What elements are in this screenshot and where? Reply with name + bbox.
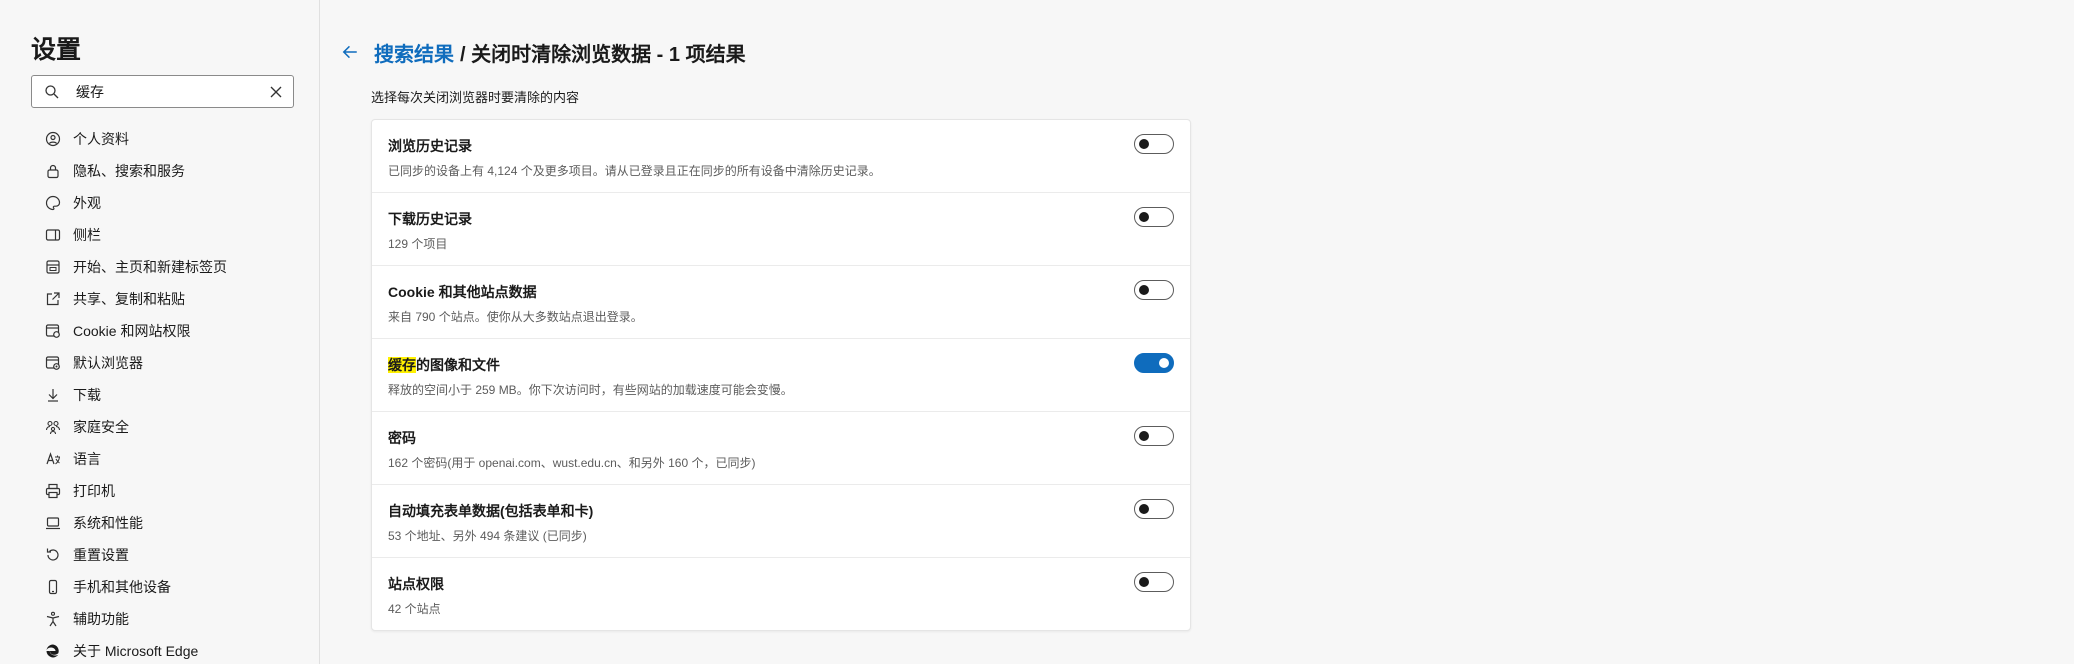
- option-description: 42 个站点: [388, 602, 441, 616]
- sidebar-item-label: 重置设置: [73, 547, 129, 563]
- option-title: 站点权限: [388, 576, 444, 592]
- family-icon: [43, 417, 63, 437]
- sidebar-item-label: 隐私、搜索和服务: [73, 163, 185, 179]
- sidebar-icon: [43, 225, 63, 245]
- option-description: 129 个项目: [388, 237, 448, 251]
- toggle-autofill[interactable]: [1134, 499, 1174, 519]
- sidebar-item-label: 手机和其他设备: [73, 579, 171, 595]
- browser-icon: [43, 353, 63, 373]
- sidebar-item-default-browser[interactable]: 默认浏览器: [31, 347, 301, 379]
- settings-sidebar: 设置 个人资料 隐私、搜索和服务 外观 侧栏 开始、主页和新建标签页 共享、复制…: [0, 0, 320, 664]
- sidebar-item-label: 侧栏: [73, 227, 101, 243]
- sidebar-item-label: 下载: [73, 387, 101, 403]
- sidebar-item-privacy[interactable]: 隐私、搜索和服务: [31, 155, 301, 187]
- sidebar-item-printers[interactable]: 打印机: [31, 475, 301, 507]
- download-icon: [43, 385, 63, 405]
- sidebar-item-label: 外观: [73, 195, 101, 211]
- sidebar-item-label: 辅助功能: [73, 611, 129, 627]
- search-input[interactable]: [76, 82, 256, 102]
- sidebar-title: 设置: [31, 36, 82, 64]
- sidebar-item-label: 开始、主页和新建标签页: [73, 259, 227, 275]
- breadcrumb: 搜索结果 / 关闭时清除浏览数据 - 1 项结果: [336, 37, 1336, 67]
- page-title: / 关闭时清除浏览数据 - 1 项结果: [460, 43, 746, 66]
- toggle-browsing-history[interactable]: [1134, 134, 1174, 154]
- profile-icon: [43, 129, 63, 149]
- toggle-cookies[interactable]: [1134, 280, 1174, 300]
- sidebar-item-family[interactable]: 家庭安全: [31, 411, 301, 443]
- option-row-cache: 缓存的图像和文件 释放的空间小于 259 MB。你下次访问时，有些网站的加载速度…: [372, 339, 1190, 412]
- sidebar-item-sidebar[interactable]: 侧栏: [31, 219, 301, 251]
- option-title: 浏览历史记录: [388, 138, 472, 154]
- laptop-icon: [43, 513, 63, 533]
- edge-icon: [43, 641, 63, 661]
- search-highlight: 缓存: [388, 357, 416, 373]
- site-permissions-icon: [43, 321, 63, 341]
- option-row-cookies: Cookie 和其他站点数据 来自 790 个站点。使你从大多数站点退出登录。: [372, 266, 1190, 339]
- option-description: 53 个地址、另外 494 条建议 (已同步): [388, 529, 587, 543]
- option-row-site-permissions: 站点权限 42 个站点: [372, 558, 1190, 630]
- sidebar-item-label: 关于 Microsoft Edge: [73, 643, 199, 659]
- sidebar-item-label: 打印机: [73, 483, 115, 499]
- option-title: 缓存的图像和文件: [388, 355, 500, 375]
- section-description: 选择每次关闭浏览器时要清除的内容: [371, 90, 580, 105]
- palette-icon: [43, 193, 63, 213]
- option-row-download-history: 下载历史记录 129 个项目: [372, 193, 1190, 266]
- toggle-cache[interactable]: [1134, 353, 1174, 373]
- settings-search-box[interactable]: [31, 75, 294, 108]
- share-icon: [43, 289, 63, 309]
- back-arrow-icon[interactable]: [338, 40, 362, 64]
- sidebar-item-languages[interactable]: 语言: [31, 443, 301, 475]
- sidebar-item-label: 个人资料: [73, 131, 129, 147]
- sidebar-item-label: 系统和性能: [73, 515, 143, 531]
- close-icon[interactable]: [268, 84, 284, 100]
- sidebar-item-label: 家庭安全: [73, 419, 129, 435]
- sidebar-item-accessibility[interactable]: 辅助功能: [31, 603, 301, 635]
- reset-icon: [43, 545, 63, 565]
- option-description: 释放的空间小于 259 MB。你下次访问时，有些网站的加载速度可能会变慢。: [388, 383, 793, 397]
- toggle-passwords[interactable]: [1134, 426, 1174, 446]
- sidebar-item-label: 语言: [73, 451, 101, 467]
- option-row-browsing-history: 浏览历史记录 已同步的设备上有 4,124 个及更多项目。请从已登录且正在同步的…: [372, 120, 1190, 193]
- toggle-download-history[interactable]: [1134, 207, 1174, 227]
- settings-nav: 个人资料 隐私、搜索和服务 外观 侧栏 开始、主页和新建标签页 共享、复制和粘贴…: [31, 123, 301, 664]
- sidebar-item-reset[interactable]: 重置设置: [31, 539, 301, 571]
- accessibility-icon: [43, 609, 63, 629]
- option-title-rest: 的图像和文件: [416, 357, 500, 373]
- toggle-site-permissions[interactable]: [1134, 572, 1174, 592]
- option-description: 来自 790 个站点。使你从大多数站点退出登录。: [388, 310, 643, 324]
- sidebar-item-label: Cookie 和网站权限: [73, 323, 191, 339]
- language-icon: [43, 449, 63, 469]
- option-title: 密码: [388, 430, 416, 446]
- sidebar-item-cookies[interactable]: Cookie 和网站权限: [31, 315, 301, 347]
- sidebar-item-about-edge[interactable]: 关于 Microsoft Edge: [31, 635, 301, 664]
- sidebar-item-label: 默认浏览器: [73, 355, 143, 371]
- breadcrumb-search-results-link[interactable]: 搜索结果: [374, 38, 454, 67]
- sidebar-item-label: 共享、复制和粘贴: [73, 291, 185, 307]
- option-title: 下载历史记录: [388, 211, 472, 227]
- home-icon: [43, 257, 63, 277]
- sidebar-item-system[interactable]: 系统和性能: [31, 507, 301, 539]
- option-description: 已同步的设备上有 4,124 个及更多项目。请从已登录且正在同步的所有设备中清除…: [388, 164, 881, 178]
- sidebar-item-phone[interactable]: 手机和其他设备: [31, 571, 301, 603]
- option-title: Cookie 和其他站点数据: [388, 284, 537, 300]
- clear-on-close-options-card: 浏览历史记录 已同步的设备上有 4,124 个及更多项目。请从已登录且正在同步的…: [371, 119, 1191, 631]
- option-title: 自动填充表单数据(包括表单和卡): [388, 503, 594, 519]
- sidebar-item-share[interactable]: 共享、复制和粘贴: [31, 283, 301, 315]
- sidebar-item-downloads[interactable]: 下载: [31, 379, 301, 411]
- search-icon: [45, 85, 59, 99]
- sidebar-item-profile[interactable]: 个人资料: [31, 123, 301, 155]
- option-row-passwords: 密码 162 个密码(用于 openai.com、wust.edu.cn、和另外…: [372, 412, 1190, 485]
- lock-icon: [43, 161, 63, 181]
- phone-icon: [43, 577, 63, 597]
- printer-icon: [43, 481, 63, 501]
- option-row-autofill: 自动填充表单数据(包括表单和卡) 53 个地址、另外 494 条建议 (已同步): [372, 485, 1190, 558]
- option-description: 162 个密码(用于 openai.com、wust.edu.cn、和另外 16…: [388, 456, 756, 470]
- sidebar-item-start-home[interactable]: 开始、主页和新建标签页: [31, 251, 301, 283]
- sidebar-item-appearance[interactable]: 外观: [31, 187, 301, 219]
